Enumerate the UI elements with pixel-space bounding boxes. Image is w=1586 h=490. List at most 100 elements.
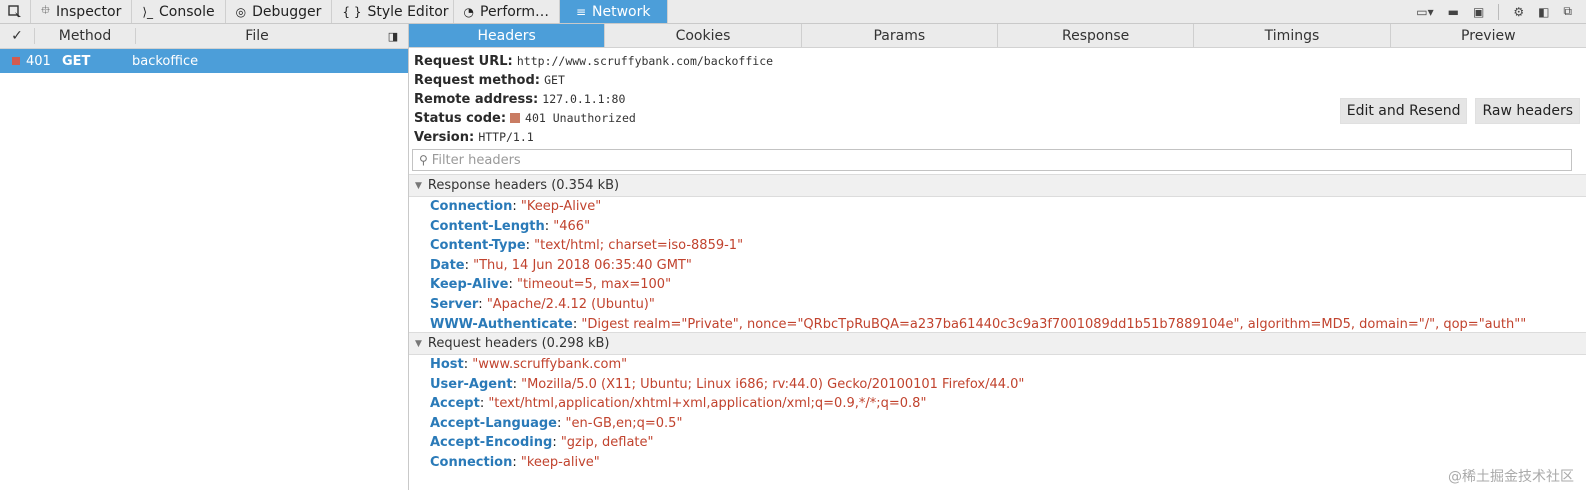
header-row[interactable]: Content-Length: "466" <box>430 217 1526 237</box>
style-editor-icon: { } <box>342 4 362 19</box>
element-picker-icon[interactable] <box>0 0 31 23</box>
tab-console[interactable]: ⟩_ Console <box>132 0 226 23</box>
console-icon: ⟩_ <box>142 4 154 19</box>
header-value: "Apache/2.4.12 (Ubuntu)" <box>486 296 655 312</box>
header-row[interactable]: Accept-Language: "en-GB,en;q=0.5" <box>430 414 1024 434</box>
remote-address-label: Remote address: <box>414 92 539 107</box>
tab-preview[interactable]: Preview <box>1391 24 1586 47</box>
tab-label: Style Editor <box>367 3 449 20</box>
expand-triangle-icon: ▼ <box>415 180 422 191</box>
header-row[interactable]: Keep-Alive: "timeout=5, max=100" <box>430 275 1526 295</box>
inspector-icon: ⯐ <box>41 3 51 17</box>
header-value: "Digest realm="Private", nonce="QRbcTpRu… <box>581 316 1527 332</box>
header-row[interactable]: Server: "Apache/2.4.12 (Ubuntu)" <box>430 295 1526 315</box>
header-name: Accept <box>430 396 480 412</box>
request-status: 401 <box>26 53 51 69</box>
status-code-label: Status code: <box>414 111 507 126</box>
header-name: Content-Length <box>430 218 545 234</box>
tab-response[interactable]: Response <box>998 24 1195 47</box>
tab-headers[interactable]: Headers <box>409 24 606 47</box>
header-name: User-Agent <box>430 376 513 392</box>
tab-performance[interactable]: ◔ Perform… <box>454 0 560 23</box>
version-value: HTTP/1.1 <box>478 130 534 144</box>
dock-side-icon[interactable]: ◧ <box>1538 5 1549 19</box>
tab-debugger[interactable]: ◎ Debugger <box>226 0 333 23</box>
details-panel: Headers Cookies Params Response Timings … <box>409 24 1586 490</box>
header-name: Host <box>430 357 464 372</box>
request-headers-list: Host: "www.scruffybank.com" User-Agent: … <box>430 355 1024 473</box>
gear-icon[interactable]: ⚙ <box>1513 5 1524 19</box>
header-row[interactable]: Connection: "Keep-Alive" <box>430 197 1526 217</box>
header-value: "Keep-Alive" <box>520 199 602 214</box>
expand-triangle-icon: ▼ <box>415 338 422 349</box>
screenshot-icon[interactable]: ▣ <box>1473 5 1484 19</box>
raw-headers-button[interactable]: Raw headers <box>1475 98 1580 124</box>
toggle-sidebar-icon[interactable]: ◨ <box>378 30 408 43</box>
request-list: ✓ Method File ◨ 401 GET backoffice <box>0 24 409 490</box>
tab-label: Inspector <box>56 3 122 20</box>
request-url-value: http://www.scruffybank.com/backoffice <box>516 54 774 68</box>
header-value: "gzip, deflate" <box>560 435 654 451</box>
tab-inspector[interactable]: ⯐ Inspector <box>31 0 133 23</box>
header-value: "keep-alive" <box>520 454 600 470</box>
tab-timings[interactable]: Timings <box>1194 24 1391 47</box>
header-value: "Thu, 14 Jun 2018 06:35:40 GMT" <box>473 257 692 273</box>
status-column-header[interactable]: ✓ <box>0 28 34 44</box>
header-row[interactable]: Date: "Thu, 14 Jun 2018 06:35:40 GMT" <box>430 256 1526 276</box>
header-name: Accept-Encoding <box>430 435 553 451</box>
devtools-toolbar: ⯐ Inspector ⟩_ Console ◎ Debugger { } Style … <box>0 0 1586 24</box>
header-value: "en-GB,en;q=0.5" <box>565 415 683 431</box>
header-value: "text/html; charset=iso-8859-1" <box>534 238 744 254</box>
toolbar-divider <box>1498 3 1500 20</box>
header-row[interactable]: User-Agent: "Mozilla/5.0 (X11; Ubuntu; L… <box>430 375 1024 395</box>
filter-placeholder: Filter headers <box>431 152 521 168</box>
status-square-icon <box>510 113 521 123</box>
request-method-value: GET <box>544 73 565 87</box>
method-column-header[interactable]: Method <box>34 28 136 44</box>
response-headers-section[interactable]: ▼ Response headers (0.354 kB) <box>409 174 1586 197</box>
header-row[interactable]: Connection: "keep-alive" <box>430 453 1024 473</box>
request-headers-section[interactable]: ▼ Request headers (0.298 kB) <box>409 332 1586 355</box>
header-name: Server <box>430 296 479 312</box>
header-name: Content-Type <box>430 238 526 254</box>
watermark: @稀土掘金技术社区 <box>1448 469 1574 485</box>
header-row[interactable]: Accept-Encoding: "gzip, deflate" <box>430 433 1024 453</box>
status-code-value: 401 Unauthorized <box>525 111 636 125</box>
header-name: Keep-Alive <box>430 277 509 293</box>
edit-and-resend-button[interactable]: Edit and Resend <box>1339 98 1468 124</box>
debugger-icon: ◎ <box>235 4 247 19</box>
tab-network[interactable]: ≡ Network <box>559 0 668 23</box>
header-row[interactable]: Content-Type: "text/html; charset=iso-88… <box>430 236 1526 256</box>
header-row[interactable]: Accept: "text/html,application/xhtml+xml… <box>430 394 1024 414</box>
header-name: WWW-Authenticate <box>430 316 573 332</box>
header-value: "www.scruffybank.com" <box>472 357 628 372</box>
header-row[interactable]: Host: "www.scruffybank.com" <box>430 355 1024 375</box>
tab-label: Perform… <box>480 3 549 20</box>
response-headers-title: Response headers (0.354 kB) <box>427 178 620 193</box>
header-name: Accept-Language <box>430 415 557 431</box>
tab-label: Debugger <box>252 3 322 20</box>
header-name: Date <box>430 257 465 273</box>
header-name: Connection <box>430 199 513 214</box>
split-console-icon[interactable]: ▭▾ <box>1416 5 1433 19</box>
file-column-header[interactable]: File <box>136 28 378 44</box>
tab-label: Network <box>592 3 651 20</box>
version-label: Version: <box>414 130 475 145</box>
filter-headers-input[interactable]: ⚲ Filter headers <box>412 149 1572 171</box>
tab-params[interactable]: Params <box>802 24 998 47</box>
header-actions: Edit and Resend Raw headers <box>1339 98 1580 124</box>
dock-bottom-icon[interactable]: ▬ <box>1448 5 1459 19</box>
request-row[interactable]: 401 GET backoffice <box>0 49 408 73</box>
status-indicator-icon <box>12 57 20 65</box>
header-value: "466" <box>553 218 591 234</box>
undock-icon[interactable]: ⧉ <box>1563 4 1572 19</box>
request-method: GET <box>62 53 91 69</box>
tab-style-editor[interactable]: { } Style Editor <box>332 0 454 23</box>
performance-icon: ◔ <box>463 4 474 19</box>
header-value: "Mozilla/5.0 (X11; Ubuntu; Linux i686; r… <box>521 376 1025 392</box>
tab-cookies[interactable]: Cookies <box>605 24 802 47</box>
header-value: "text/html,application/xhtml+xml,applica… <box>488 396 927 412</box>
tab-label: Console <box>159 3 215 20</box>
search-icon: ⚲ <box>419 153 428 167</box>
request-file: backoffice <box>132 53 199 69</box>
